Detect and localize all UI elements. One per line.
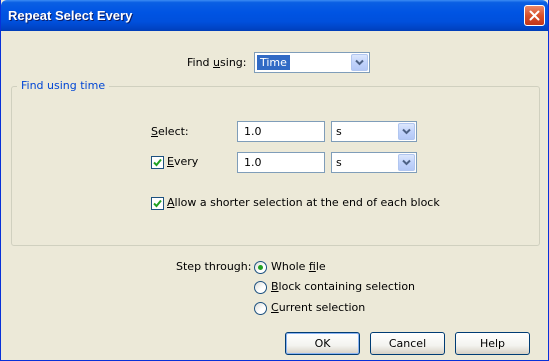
select-unit-dropdown[interactable]: s (331, 121, 417, 142)
every-value-text: 1.0 (244, 156, 262, 169)
select-label-post: elect: (157, 125, 189, 138)
find-using-label: Find using: (187, 56, 246, 70)
every-checkbox[interactable] (151, 156, 164, 169)
every-unit-dropdown-button[interactable] (398, 154, 415, 171)
radio-current-selection[interactable] (254, 302, 267, 315)
radio-block-containing-selection[interactable] (254, 281, 267, 294)
help-button[interactable]: Help (455, 332, 530, 355)
radio-whole-file[interactable] (254, 261, 267, 274)
ok-button[interactable]: OK (285, 332, 360, 355)
cancel-button[interactable]: Cancel (370, 332, 445, 355)
select-unit-dropdown-button[interactable] (398, 123, 415, 140)
select-unit-value: s (336, 125, 342, 138)
window-title: Repeat Select Every (8, 8, 133, 23)
current-label-accel: C (271, 301, 279, 314)
find-using-dropdown[interactable]: Time (254, 52, 370, 73)
whole-file-label-accel: f (308, 260, 316, 273)
find-using-value: Time (257, 55, 290, 70)
check-mark-icon (153, 158, 162, 167)
chevron-down-icon (402, 128, 411, 135)
repeat-select-every-dialog: Repeat Select Every Find using: Time Fin… (0, 0, 549, 361)
find-using-label-accel: u (213, 56, 221, 69)
close-x-icon (529, 10, 540, 21)
every-unit-value: s (336, 156, 342, 169)
select-value-text: 1.0 (244, 125, 262, 138)
radio-whole-file-label: Whole file (271, 260, 326, 274)
current-label-post: urrent selection (278, 301, 366, 314)
every-label: Every (167, 155, 198, 169)
select-value-input[interactable]: 1.0 (237, 121, 325, 142)
every-unit-dropdown[interactable]: s (331, 152, 417, 173)
block-label-post: lock containing selection (278, 280, 416, 293)
chevron-down-icon (355, 59, 364, 66)
block-label-accel: B (271, 280, 279, 293)
every-label-post: very (173, 155, 199, 168)
find-using-label-pre: Find (187, 56, 214, 69)
every-value-input[interactable]: 1.0 (237, 152, 325, 173)
radio-current-label: Current selection (271, 301, 365, 315)
whole-file-label-post: ile (315, 260, 326, 273)
select-label-accel: S (151, 125, 158, 138)
find-using-label-post: sing: (220, 56, 247, 69)
step-through-label: Step through: (176, 260, 252, 273)
whole-file-label-pre: Whole (271, 260, 309, 273)
close-button[interactable] (524, 5, 545, 26)
allow-shorter-checkbox[interactable] (151, 197, 164, 210)
title-bar[interactable]: Repeat Select Every (1, 0, 548, 31)
allow-shorter-label: Allow a shorter selection at the end of … (167, 196, 440, 210)
find-using-dropdown-button[interactable] (351, 54, 368, 71)
select-label: Select: (151, 125, 189, 139)
check-mark-icon (153, 199, 162, 208)
radio-selected-dot (258, 265, 263, 270)
group-legend: Find using time (17, 79, 110, 93)
radio-block-label: Block containing selection (271, 280, 415, 294)
allow-shorter-label-post: llow a shorter selection at the end of e… (174, 196, 440, 209)
allow-shorter-label-accel: A (167, 196, 175, 209)
chevron-down-icon (402, 159, 411, 166)
every-label-accel: E (167, 155, 174, 168)
